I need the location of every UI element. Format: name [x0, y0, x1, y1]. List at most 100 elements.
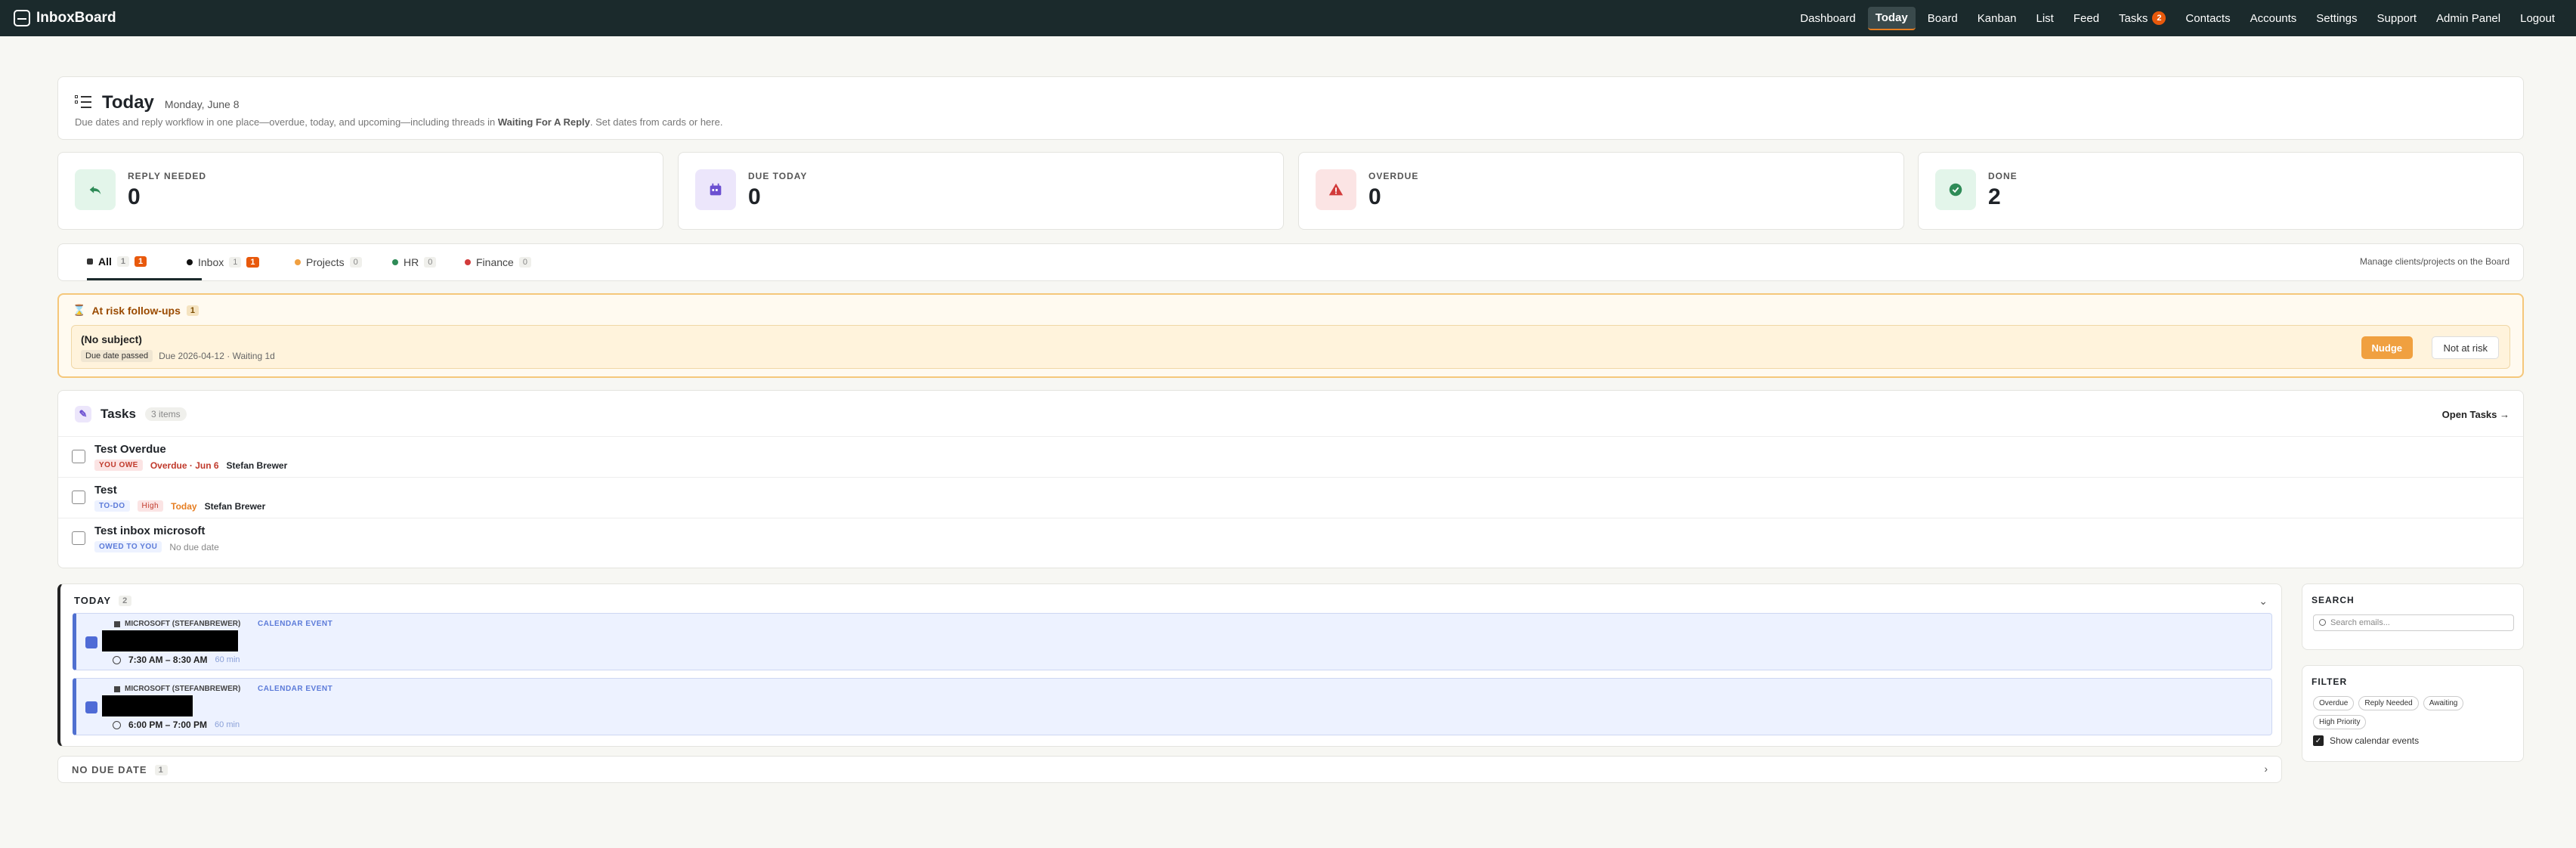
- event-type: CALENDAR EVENT: [258, 620, 333, 628]
- stat-value: 2: [1988, 184, 2001, 209]
- task-due: Overdue · Jun 6: [150, 460, 219, 471]
- search-input[interactable]: [2313, 614, 2514, 631]
- reply-icon: [75, 169, 116, 210]
- tab-alert-count: 1: [246, 257, 259, 268]
- chevron-right-icon[interactable]: ›: [2264, 763, 2268, 775]
- today-header[interactable]: TODAY 2: [74, 595, 132, 606]
- event-time-range: 7:30 AM – 8:30 AM: [128, 655, 208, 665]
- open-tasks-link[interactable]: Open Tasks →: [2442, 409, 2510, 420]
- nav-settings[interactable]: Settings: [2309, 8, 2364, 29]
- due-passed-badge: Due date passed: [81, 350, 153, 362]
- nav-items: Dashboard Today Board Kanban List Feed T…: [1792, 0, 2562, 36]
- brand[interactable]: InboxBoard: [14, 0, 116, 36]
- task-meta: YOU OWE Overdue · Jun 6 Stefan Brewer: [94, 460, 287, 471]
- nav-dashboard[interactable]: Dashboard: [1792, 8, 1863, 29]
- stat-due-today[interactable]: DUE TODAY 0: [678, 152, 1284, 230]
- nav-feed[interactable]: Feed: [2066, 8, 2107, 29]
- tasks-title: Tasks: [101, 407, 136, 421]
- tab-count: 0: [518, 257, 531, 268]
- inbox-icon: [14, 10, 30, 26]
- at-risk-title: At risk follow-ups: [91, 304, 181, 317]
- stat-done[interactable]: DONE 2: [1918, 152, 2524, 230]
- tab-count: 1: [229, 257, 242, 268]
- nav-list[interactable]: List: [2029, 8, 2061, 29]
- task-title: Test: [94, 484, 117, 497]
- page-date: Monday, June 8: [164, 98, 240, 110]
- microsoft-icon: [114, 621, 120, 627]
- tab-count: 0: [424, 257, 437, 268]
- task-meta: OWED TO YOU No due date: [94, 541, 219, 552]
- task-assignee: Stefan Brewer: [204, 500, 266, 512]
- task-due: Today: [171, 500, 197, 512]
- task-checkbox[interactable]: [72, 450, 85, 463]
- calendar-icon: [85, 636, 97, 648]
- tab-all[interactable]: All 1 1: [87, 244, 202, 280]
- nav-tasks[interactable]: Tasks 2: [2111, 7, 2173, 29]
- no-due-date-section[interactable]: NO DUE DATE 1 ›: [57, 756, 2282, 783]
- calendar-icon: [695, 169, 736, 210]
- nav-kanban[interactable]: Kanban: [1970, 8, 2024, 29]
- today-count: 2: [119, 595, 132, 606]
- stat-label: DONE: [1988, 171, 2018, 181]
- nav-accounts[interactable]: Accounts: [2243, 8, 2305, 29]
- tab-projects[interactable]: Projects 0: [295, 244, 362, 280]
- stat-label: DUE TODAY: [748, 171, 808, 181]
- task-checkbox[interactable]: [72, 531, 85, 545]
- nav-board[interactable]: Board: [1920, 8, 1965, 29]
- page-title: Today: [102, 92, 154, 113]
- stat-overdue[interactable]: OVERDUE 0: [1298, 152, 1904, 230]
- nav-contacts[interactable]: Contacts: [2178, 8, 2237, 29]
- at-risk-subject: (No subject): [81, 333, 142, 345]
- tab-label: Finance: [476, 256, 514, 268]
- today-label: TODAY: [74, 595, 112, 606]
- at-risk-item[interactable]: (No subject) Due date passed Due 2026-04…: [71, 325, 2510, 369]
- stat-label: REPLY NEEDED: [128, 171, 207, 181]
- chevron-down-icon[interactable]: ⌄: [2259, 595, 2268, 608]
- task-row[interactable]: Test TO-DO High Today Stefan Brewer: [58, 477, 2523, 518]
- tab-hr[interactable]: HR 0: [392, 244, 437, 280]
- event-time-range: 6:00 PM – 7:00 PM: [128, 720, 208, 730]
- manage-projects-link[interactable]: Manage clients/projects on the Board: [2360, 256, 2510, 267]
- page-subtitle: Due dates and reply workflow in one plac…: [75, 116, 722, 128]
- event-source-label: MICROSOFT (STEFANBREWER): [125, 620, 241, 628]
- checklist-icon: [75, 94, 91, 108]
- task-assignee: Stefan Brewer: [226, 460, 288, 471]
- calendar-event[interactable]: MICROSOFT (STEFANBREWER) CALENDAR EVENT …: [73, 613, 2272, 670]
- stat-reply-needed[interactable]: REPLY NEEDED 0: [57, 152, 663, 230]
- event-duration: 60 min: [215, 720, 240, 729]
- filter-panel: FILTER Overdue Reply Needed Awaiting Hig…: [2302, 665, 2524, 762]
- filter-chips: Overdue Reply Needed Awaiting High Prior…: [2313, 696, 2517, 729]
- filter-chip-awaiting[interactable]: Awaiting: [2423, 696, 2464, 710]
- tasks-count: 3 items: [144, 407, 187, 421]
- nav-tasks-label: Tasks: [2119, 11, 2148, 25]
- calendar-icon: [85, 701, 97, 713]
- task-checkbox[interactable]: [72, 491, 85, 504]
- nav-admin-panel[interactable]: Admin Panel: [2429, 8, 2508, 29]
- not-at-risk-button[interactable]: Not at risk: [2432, 336, 2499, 359]
- stat-label: OVERDUE: [1368, 171, 1419, 181]
- at-risk-header: ⌛ At risk follow-ups 1: [73, 304, 199, 317]
- show-calendar-toggle[interactable]: ✓ Show calendar events: [2313, 735, 2419, 746]
- tab-alert-count: 1: [135, 255, 147, 267]
- tab-finance[interactable]: Finance 0: [465, 244, 531, 280]
- filter-chip-high-priority[interactable]: High Priority: [2313, 715, 2367, 729]
- filter-chip-reply-needed[interactable]: Reply Needed: [2358, 696, 2419, 710]
- nudge-button[interactable]: Nudge: [2361, 336, 2413, 359]
- nav-support[interactable]: Support: [2370, 8, 2425, 29]
- task-row[interactable]: Test inbox microsoft OWED TO YOU No due …: [58, 518, 2523, 559]
- nav-logout[interactable]: Logout: [2513, 8, 2562, 29]
- stat-value: 0: [128, 184, 141, 209]
- search-label: SEARCH: [2312, 595, 2355, 605]
- tab-inbox[interactable]: Inbox 1 1: [187, 244, 259, 280]
- nav-today[interactable]: Today: [1867, 6, 1916, 30]
- filter-label: FILTER: [2312, 676, 2348, 687]
- category-tabs: All 1 1 Inbox 1 1 Projects 0 HR 0 Financ…: [57, 243, 2524, 281]
- checkbox-checked-icon[interactable]: ✓: [2313, 735, 2324, 746]
- task-row[interactable]: Test Overdue YOU OWE Overdue · Jun 6 Ste…: [58, 436, 2523, 477]
- inbox-dot: [187, 259, 193, 265]
- search-icon: [2319, 619, 2326, 626]
- no-due-count: 1: [154, 764, 168, 775]
- event-time: 7:30 AM – 8:30 AM 60 min: [113, 655, 240, 665]
- calendar-event[interactable]: MICROSOFT (STEFANBREWER) CALENDAR EVENT …: [73, 678, 2272, 735]
- filter-chip-overdue[interactable]: Overdue: [2313, 696, 2355, 710]
